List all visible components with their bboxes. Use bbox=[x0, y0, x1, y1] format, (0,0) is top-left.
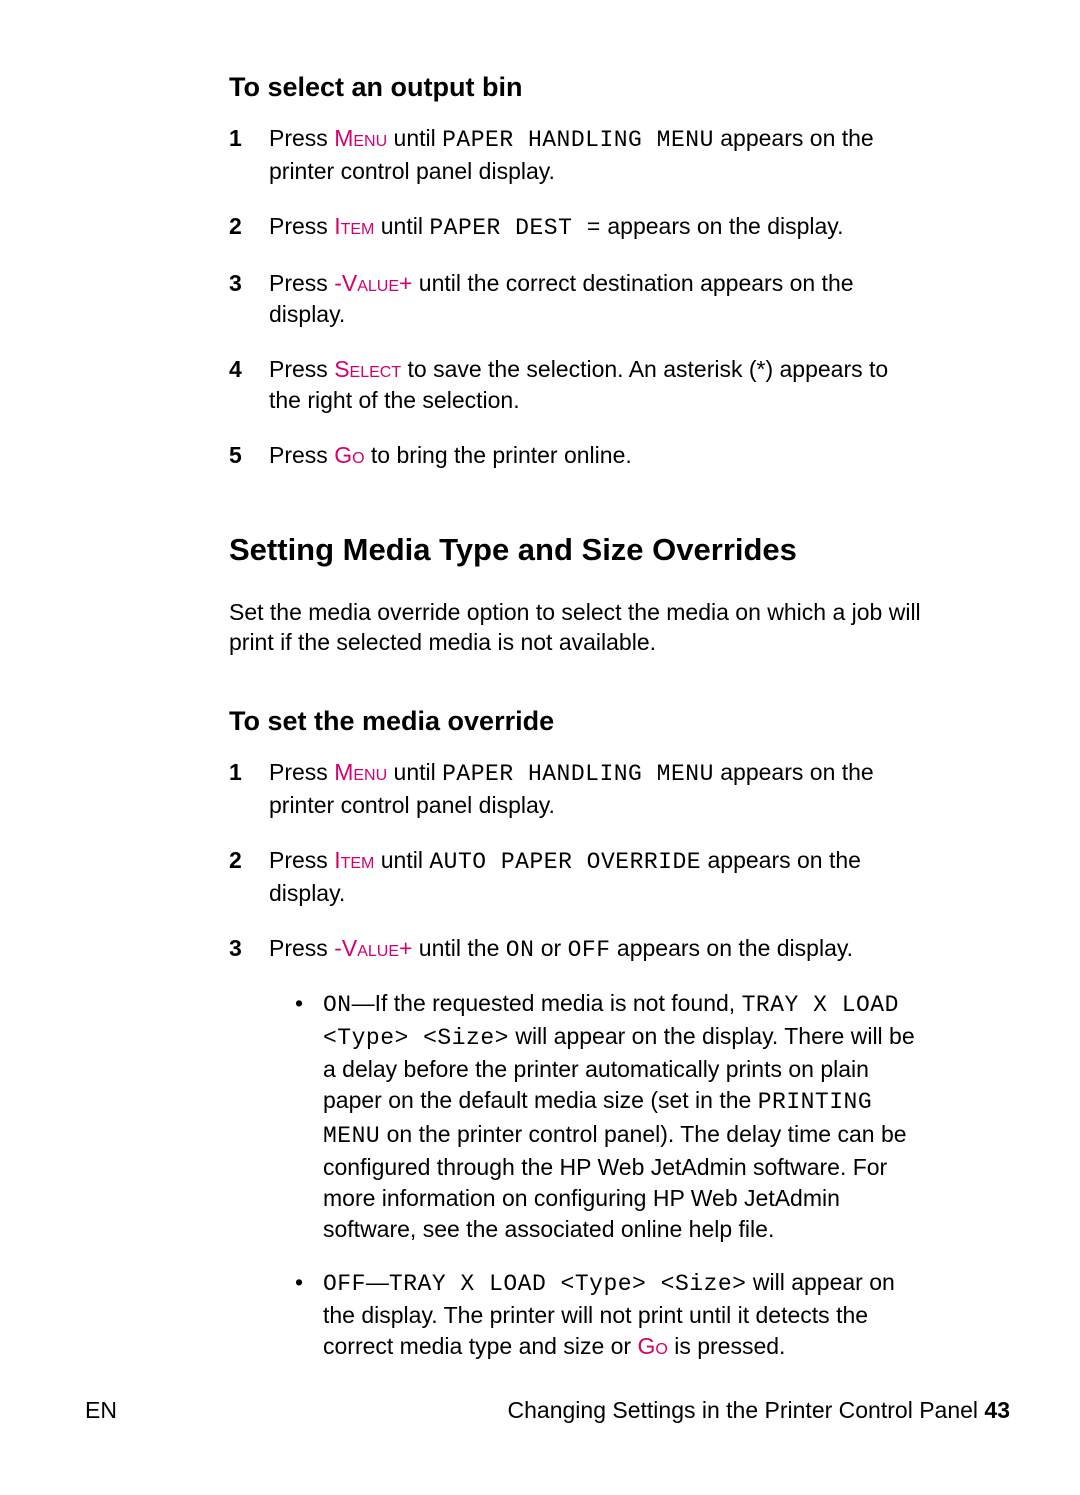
lcd-text: PAPER HANDLING MENU bbox=[442, 761, 714, 787]
steps-output-bin: Press Menu until PAPER HANDLING MENU app… bbox=[229, 123, 924, 471]
lcd-text: PAPER DEST = bbox=[429, 215, 601, 241]
step-1: Press Menu until PAPER HANDLING MENU app… bbox=[229, 757, 924, 821]
lcd-text: PAPER HANDLING MENU bbox=[442, 127, 714, 153]
key-go: Go bbox=[334, 442, 364, 468]
key-item: Item bbox=[334, 213, 374, 239]
steps-override: Press Menu until PAPER HANDLING MENU app… bbox=[229, 757, 924, 1362]
page-content: To select an output bin Press Menu until… bbox=[229, 70, 924, 1386]
lcd-text: AUTO PAPER OVERRIDE bbox=[429, 849, 701, 875]
heading-output-bin: To select an output bin bbox=[229, 70, 924, 105]
lcd-text: TRAY X LOAD <Type> <Size> bbox=[389, 1271, 747, 1297]
footer-language: EN bbox=[85, 1397, 117, 1424]
bullet-off: OFF—TRAY X LOAD <Type> <Size> will appea… bbox=[295, 1267, 924, 1362]
key-value: -Value+ bbox=[334, 935, 412, 961]
lcd-off: OFF bbox=[323, 1271, 366, 1297]
key-menu: Menu bbox=[334, 125, 387, 151]
lcd-off: OFF bbox=[568, 937, 611, 963]
key-value: -Value+ bbox=[334, 270, 412, 296]
lcd-on: ON bbox=[323, 992, 352, 1018]
intro-text: Set the media override option to select … bbox=[229, 598, 924, 658]
step-3: Press -Value+ until the ON or OFF appear… bbox=[229, 933, 924, 1362]
step-1: Press Menu until PAPER HANDLING MENU app… bbox=[229, 123, 924, 187]
step-2: Press Item until AUTO PAPER OVERRIDE app… bbox=[229, 845, 924, 909]
step-3: Press -Value+ until the correct destinat… bbox=[229, 268, 924, 330]
key-item: Item bbox=[334, 847, 374, 873]
step-4: Press Select to save the selection. An a… bbox=[229, 354, 924, 416]
key-select: Select bbox=[334, 356, 401, 382]
page-number: 43 bbox=[984, 1397, 1010, 1423]
step-2: Press Item until PAPER DEST = appears on… bbox=[229, 211, 924, 244]
step-5: Press Go to bring the printer online. bbox=[229, 440, 924, 471]
footer-title: Changing Settings in the Printer Control… bbox=[508, 1397, 1010, 1424]
heading-section-overrides: Setting Media Type and Size Overrides bbox=[229, 531, 924, 570]
bullet-on: ON—If the requested media is not found, … bbox=[295, 988, 924, 1244]
lcd-on: ON bbox=[506, 937, 535, 963]
sub-bullets: ON—If the requested media is not found, … bbox=[295, 988, 924, 1362]
key-menu: Menu bbox=[334, 759, 387, 785]
heading-set-override: To set the media override bbox=[229, 704, 924, 739]
key-go: Go bbox=[637, 1333, 667, 1359]
